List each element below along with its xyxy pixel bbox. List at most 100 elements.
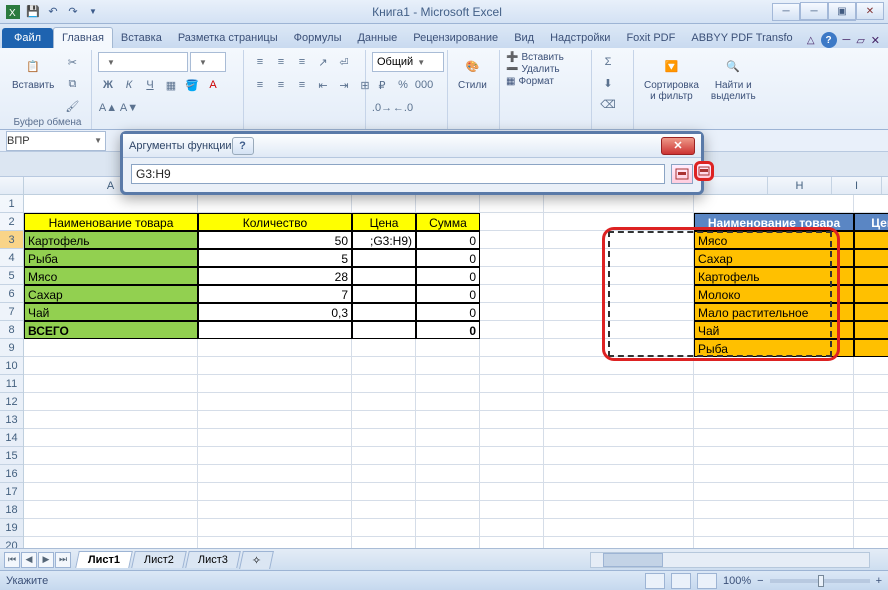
file-tab[interactable]: Файл xyxy=(2,28,53,48)
sort-filter-button[interactable]: 🔽 Сортировка и фильтр xyxy=(640,52,703,104)
cell[interactable] xyxy=(544,231,694,249)
cell[interactable] xyxy=(480,375,544,393)
cell[interactable]: ВСЕГО xyxy=(24,321,198,339)
font-name-combo[interactable]: ▼ xyxy=(98,52,188,72)
sheet-tab-2[interactable]: Лист2 xyxy=(131,551,187,568)
cell[interactable] xyxy=(854,519,888,537)
align-top-icon[interactable]: ≡ xyxy=(250,52,270,72)
row-header-9[interactable]: 9 xyxy=(0,339,23,357)
format-cells-button[interactable]: ▦Формат xyxy=(506,76,554,87)
cell[interactable] xyxy=(480,195,544,213)
cell[interactable] xyxy=(198,393,352,411)
cell[interactable] xyxy=(416,195,480,213)
cell[interactable] xyxy=(416,483,480,501)
cell[interactable] xyxy=(854,411,888,429)
decrease-decimal-icon[interactable]: ←.0 xyxy=(393,98,413,118)
cell[interactable] xyxy=(480,411,544,429)
cell[interactable] xyxy=(694,357,854,375)
tab-view[interactable]: Вид xyxy=(506,28,542,48)
cell[interactable] xyxy=(416,447,480,465)
dialog-range-input[interactable] xyxy=(131,164,665,184)
fill-icon[interactable]: ⬇ xyxy=(598,73,618,93)
increase-decimal-icon[interactable]: .0→ xyxy=(372,98,392,118)
decrease-indent-icon[interactable]: ⇤ xyxy=(313,75,333,95)
cell[interactable] xyxy=(480,537,544,548)
sheet-nav-last-icon[interactable]: ⏭ xyxy=(55,552,71,568)
cell[interactable]: 1000 xyxy=(854,321,888,339)
close-button[interactable]: ✕ xyxy=(856,2,884,20)
sheet-nav-prev-icon[interactable]: ◀ xyxy=(21,552,37,568)
fill-color-icon[interactable]: 🪣 xyxy=(182,75,202,95)
cell[interactable]: 0 xyxy=(416,249,480,267)
cell[interactable]: 0 xyxy=(416,321,480,339)
cell[interactable]: 267 xyxy=(854,231,888,249)
copy-icon[interactable]: ⧉ xyxy=(62,74,82,94)
view-pagebreak-icon[interactable] xyxy=(697,573,717,589)
cell[interactable] xyxy=(198,465,352,483)
cell[interactable] xyxy=(480,393,544,411)
cell[interactable]: 7 xyxy=(198,285,352,303)
cell[interactable] xyxy=(198,375,352,393)
cell[interactable] xyxy=(24,465,198,483)
zoom-knob[interactable] xyxy=(818,575,824,587)
cut-icon[interactable]: ✂ xyxy=(62,52,82,72)
cell[interactable]: 0 xyxy=(416,285,480,303)
align-middle-icon[interactable]: ≡ xyxy=(271,52,291,72)
row-header-17[interactable]: 17 xyxy=(0,483,23,501)
cell[interactable] xyxy=(352,501,416,519)
horizontal-scrollbar[interactable] xyxy=(590,552,870,568)
cell[interactable] xyxy=(480,267,544,285)
cell[interactable] xyxy=(480,483,544,501)
cell[interactable] xyxy=(24,411,198,429)
insert-cells-button[interactable]: ➕Вставить xyxy=(506,52,564,63)
cell[interactable]: ;G3:H9) xyxy=(352,231,416,249)
cell[interactable]: 64 xyxy=(854,303,888,321)
cell[interactable] xyxy=(198,429,352,447)
redo-icon[interactable]: ↷ xyxy=(64,3,82,21)
minimize-button[interactable]: ─ xyxy=(800,2,828,20)
cell[interactable] xyxy=(352,249,416,267)
cell[interactable] xyxy=(854,483,888,501)
cell[interactable] xyxy=(544,519,694,537)
cell[interactable]: Рыба xyxy=(694,339,854,357)
row-header-14[interactable]: 14 xyxy=(0,429,23,447)
cell[interactable]: 5 xyxy=(198,249,352,267)
cell[interactable] xyxy=(24,195,198,213)
cell[interactable] xyxy=(694,375,854,393)
cell[interactable] xyxy=(416,411,480,429)
row-header-4[interactable]: 4 xyxy=(0,249,23,267)
cell[interactable] xyxy=(544,321,694,339)
cell[interactable]: Сумма xyxy=(416,213,480,231)
help-icon[interactable]: ? xyxy=(821,32,837,48)
cell[interactable]: Мясо xyxy=(694,231,854,249)
cell[interactable] xyxy=(24,375,198,393)
cell[interactable] xyxy=(544,447,694,465)
delete-cells-button[interactable]: ➖Удалить xyxy=(506,64,560,75)
cell[interactable]: 28 xyxy=(198,267,352,285)
select-all-corner[interactable] xyxy=(0,177,24,194)
cell[interactable] xyxy=(416,465,480,483)
cell[interactable] xyxy=(416,501,480,519)
cell[interactable] xyxy=(480,519,544,537)
cell[interactable] xyxy=(352,483,416,501)
cell[interactable] xyxy=(544,483,694,501)
cell[interactable] xyxy=(352,357,416,375)
cell[interactable] xyxy=(544,213,694,231)
cell[interactable]: Мало растительное xyxy=(694,303,854,321)
cell[interactable] xyxy=(416,429,480,447)
cell[interactable] xyxy=(352,393,416,411)
row-header-11[interactable]: 11 xyxy=(0,375,23,393)
cell[interactable] xyxy=(854,429,888,447)
cell[interactable] xyxy=(24,357,198,375)
format-painter-icon[interactable]: 🖌 xyxy=(62,96,82,116)
number-format-combo[interactable]: Общий▼ xyxy=(372,52,444,72)
cell[interactable] xyxy=(854,537,888,548)
cell[interactable]: Чай xyxy=(694,321,854,339)
cell[interactable]: Сахар xyxy=(24,285,198,303)
dialog-close-button[interactable]: ✕ xyxy=(661,137,695,155)
cell[interactable] xyxy=(480,231,544,249)
cells-container[interactable]: Наименование товараКоличествоЦенаСуммаКа… xyxy=(24,195,888,548)
undo-icon[interactable]: ↶ xyxy=(44,3,62,21)
comma-icon[interactable]: 000 xyxy=(414,75,434,95)
cell[interactable] xyxy=(198,339,352,357)
